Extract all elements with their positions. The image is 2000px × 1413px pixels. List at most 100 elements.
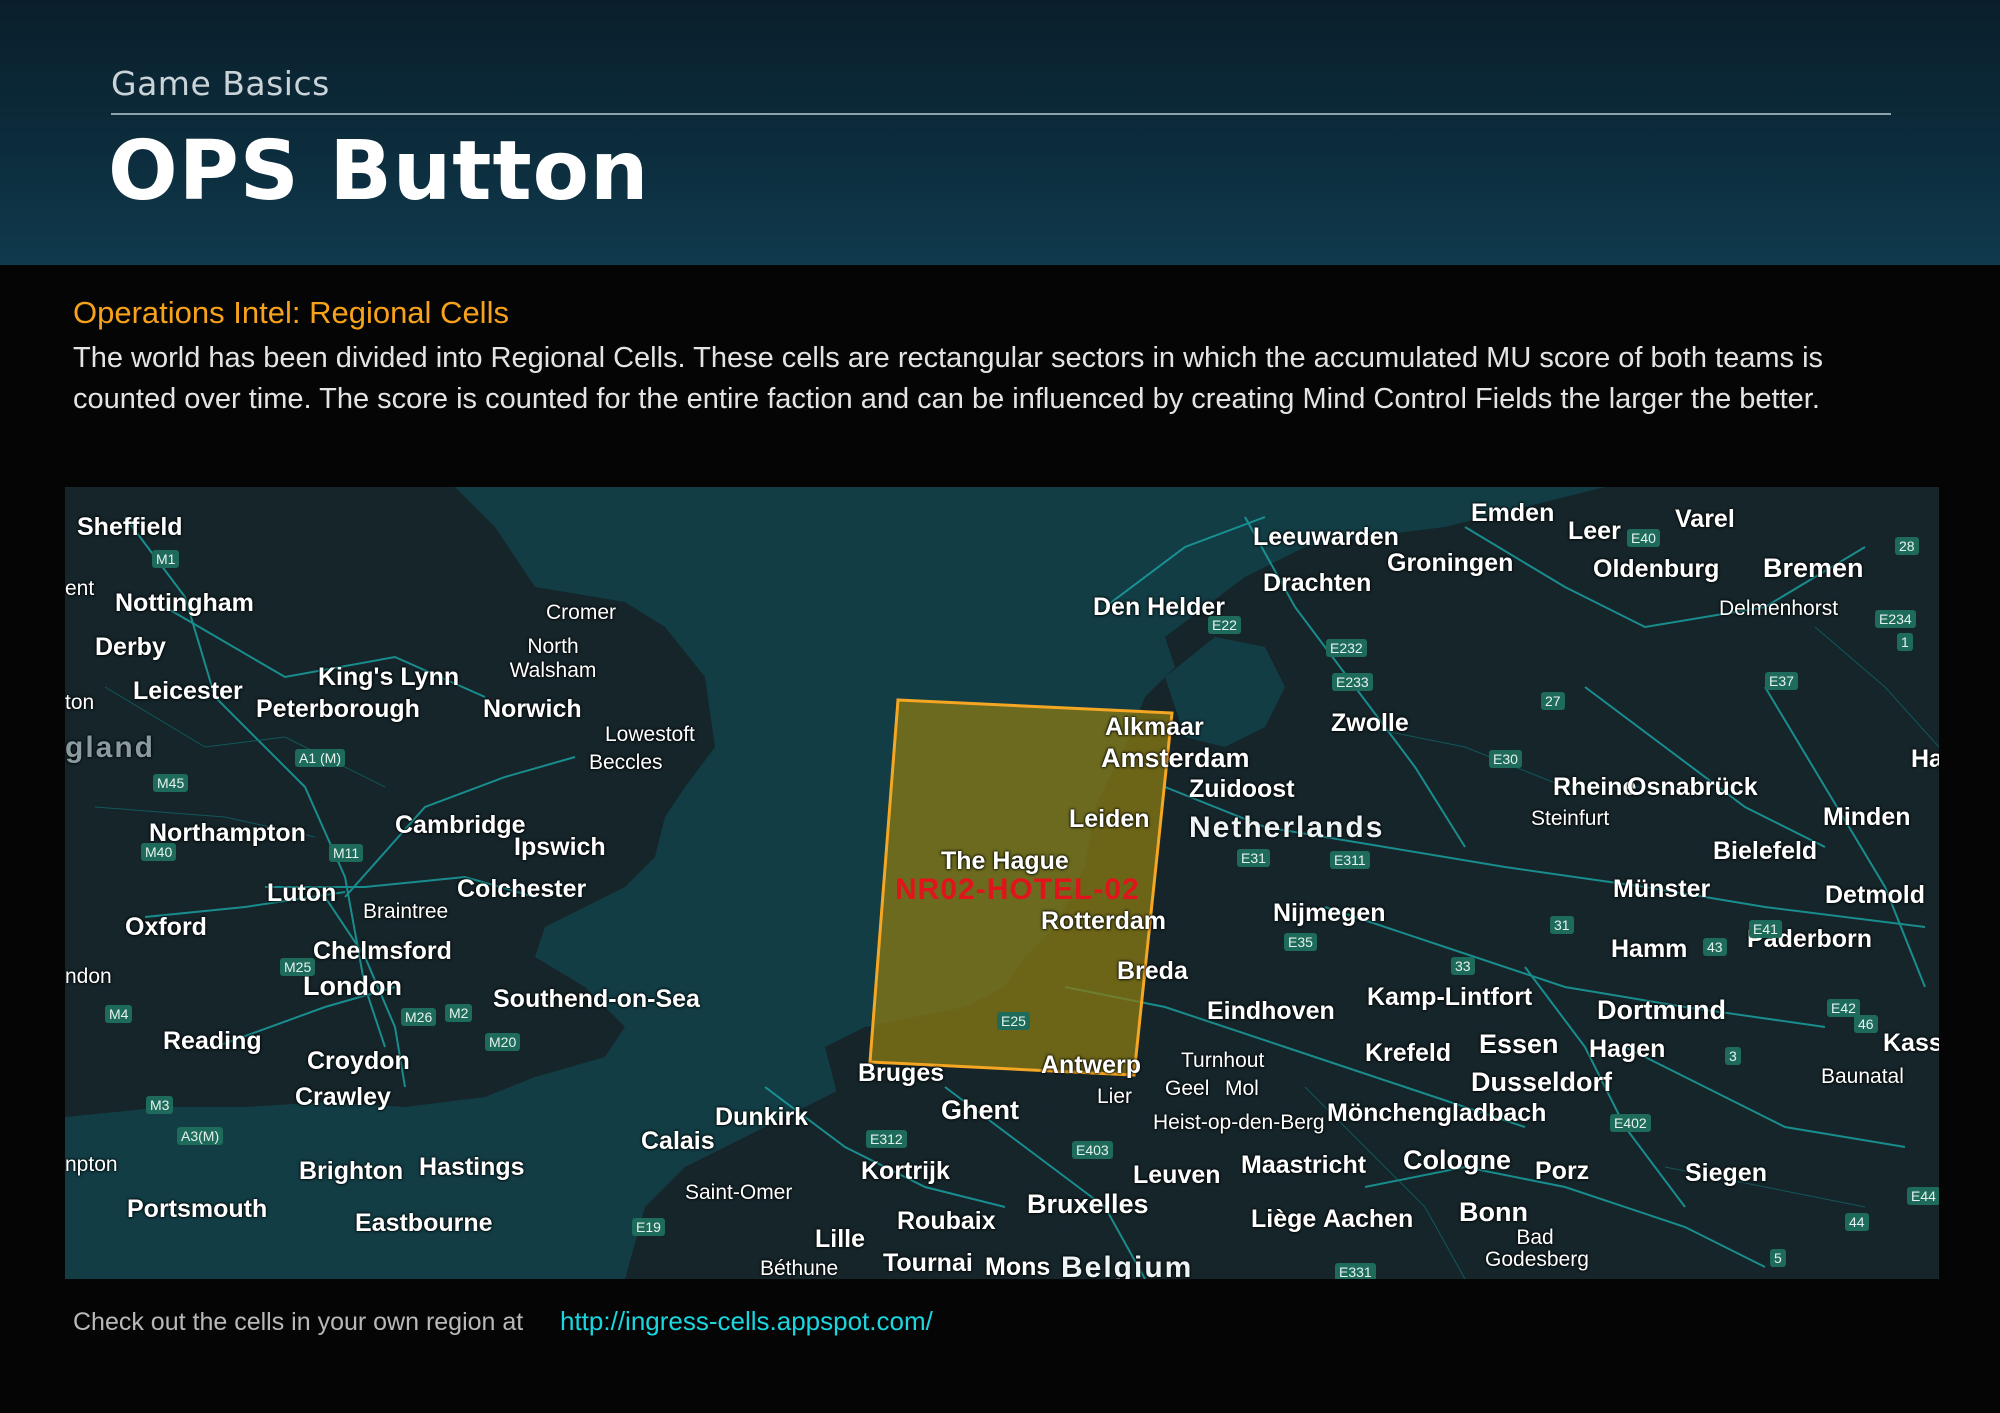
road-shield: E232 bbox=[1326, 639, 1367, 657]
city-label: Leicester bbox=[133, 677, 243, 705]
country-label: gland bbox=[65, 731, 155, 764]
city-label: Eastbourne bbox=[355, 1209, 493, 1237]
city-label: Lille bbox=[815, 1225, 866, 1253]
road-shield: 1 bbox=[1897, 633, 1913, 651]
city-label: Bremen bbox=[1763, 553, 1864, 583]
road-shield: E311 bbox=[1330, 851, 1370, 869]
road-shield: E30 bbox=[1489, 750, 1522, 768]
cell-name-label: NR02-HOTEL-02 bbox=[895, 873, 1140, 906]
city-label: London bbox=[303, 971, 402, 1001]
city-label: Emden bbox=[1471, 499, 1555, 527]
country-label: Netherlands bbox=[1189, 811, 1385, 844]
city-label: Lowestoft bbox=[605, 723, 695, 746]
city-label: Southend-on-Sea bbox=[493, 985, 700, 1013]
road-shield: A1 (M) bbox=[295, 749, 345, 767]
road-shield: M1 bbox=[152, 550, 180, 568]
road-shield: E234 bbox=[1875, 610, 1916, 628]
city-label: Roubaix bbox=[897, 1207, 996, 1235]
road-shield: E37 bbox=[1765, 672, 1798, 690]
road-shield: E331 bbox=[1335, 1263, 1376, 1279]
road-shield: M11 bbox=[329, 844, 364, 862]
road-shield: E25 bbox=[997, 1012, 1030, 1030]
city-label: Cambridge bbox=[395, 811, 526, 839]
section-body: The world has been divided into Regional… bbox=[73, 342, 1824, 415]
section-kicker: Game Basics bbox=[111, 64, 330, 103]
road-shield: 31 bbox=[1550, 916, 1574, 934]
road-shield: E44 bbox=[1907, 1187, 1939, 1205]
city-label: Hastings bbox=[419, 1153, 525, 1181]
city-label: Porz bbox=[1535, 1157, 1590, 1185]
city-label: Sheffield bbox=[77, 513, 183, 541]
city-label: Oldenburg bbox=[1593, 555, 1720, 583]
city-label: Beccles bbox=[589, 751, 663, 774]
city-label: Leiden bbox=[1069, 805, 1150, 833]
road-shield: 46 bbox=[1854, 1015, 1878, 1033]
header-band: Game Basics OPS Button bbox=[0, 0, 2000, 265]
road-shield: 27 bbox=[1541, 692, 1565, 710]
city-label: Braintree bbox=[363, 900, 449, 923]
road-shield: E41 bbox=[1749, 920, 1782, 938]
city-label: Nijmegen bbox=[1273, 899, 1386, 927]
city-label: Reading bbox=[163, 1027, 262, 1055]
road-shield: M20 bbox=[485, 1033, 521, 1051]
regional-cell-map[interactable]: NR02-HOTEL-02 Sheffield ent Nottingham D… bbox=[65, 487, 1939, 1279]
city-label: Hagen bbox=[1589, 1035, 1666, 1063]
city-label: Oxford bbox=[125, 913, 207, 941]
city-label: Bruges bbox=[858, 1059, 945, 1087]
city-label: North Walsham bbox=[509, 635, 597, 682]
city-label: Aachen bbox=[1323, 1205, 1414, 1233]
city-label: Krefeld bbox=[1365, 1039, 1452, 1067]
road-shield: 5 bbox=[1770, 1249, 1786, 1267]
city-label: Béthune bbox=[760, 1257, 839, 1279]
city-label: Croydon bbox=[307, 1047, 410, 1075]
city-label: Bad Godesberg bbox=[1485, 1226, 1589, 1271]
header-divider bbox=[111, 113, 1891, 115]
road-shield: M40 bbox=[141, 843, 177, 861]
road-shield: E40 bbox=[1627, 529, 1660, 547]
city-label: Cromer bbox=[546, 601, 617, 624]
city-label: Maastricht bbox=[1241, 1151, 1367, 1179]
cells-site-link[interactable]: http://ingress-cells.appspot.com/ bbox=[560, 1306, 933, 1337]
city-label: Mönchengladbach bbox=[1327, 1099, 1547, 1127]
city-label: Tournai bbox=[883, 1249, 973, 1277]
city-label: Crawley bbox=[295, 1083, 391, 1111]
road-shield: M4 bbox=[105, 1005, 133, 1023]
city-label: Zwolle bbox=[1331, 709, 1409, 737]
road-shield: A3(M) bbox=[177, 1127, 224, 1145]
city-label: Hamm bbox=[1611, 935, 1688, 963]
city-label: npton bbox=[65, 1153, 118, 1176]
city-label: ndon bbox=[65, 965, 112, 988]
city-label: Steinfurt bbox=[1531, 807, 1610, 830]
city-label: Minden bbox=[1823, 803, 1911, 831]
road-shield: M26 bbox=[401, 1008, 437, 1026]
city-label: Amsterdam bbox=[1101, 743, 1250, 773]
road-shield: E402 bbox=[1610, 1114, 1651, 1132]
road-shield: 3 bbox=[1725, 1047, 1741, 1065]
road-shield: E403 bbox=[1072, 1141, 1113, 1159]
city-label: Zuidoost bbox=[1189, 775, 1295, 803]
city-label: Bonn bbox=[1459, 1197, 1528, 1227]
city-label: Saint-Omer bbox=[685, 1181, 793, 1204]
city-label: The Hague bbox=[941, 847, 1069, 875]
page-title: OPS Button bbox=[108, 124, 650, 219]
city-label: Siegen bbox=[1685, 1159, 1767, 1187]
country-label: Belgium bbox=[1061, 1251, 1194, 1279]
city-label: Derby bbox=[95, 633, 166, 661]
city-label: Mol bbox=[1225, 1077, 1259, 1100]
city-label: Dusseldorf bbox=[1471, 1067, 1613, 1097]
road-shield: 33 bbox=[1451, 957, 1475, 975]
city-label: Osnabrück bbox=[1627, 773, 1758, 801]
city-label: Portsmouth bbox=[127, 1195, 268, 1223]
city-label: Kass bbox=[1883, 1029, 1939, 1057]
city-label: Essen bbox=[1479, 1029, 1559, 1059]
city-label: Breda bbox=[1117, 957, 1188, 985]
city-label: Turnhout bbox=[1181, 1049, 1265, 1072]
city-label: Calais bbox=[641, 1127, 715, 1155]
road-shield: M3 bbox=[146, 1096, 174, 1114]
city-label: Chelmsford bbox=[313, 937, 452, 965]
city-label: Heist-op-den-Berg bbox=[1153, 1111, 1325, 1134]
city-label: Kortrijk bbox=[861, 1157, 950, 1185]
city-label: Drachten bbox=[1263, 569, 1372, 597]
city-label: Colchester bbox=[457, 875, 587, 903]
city-label: Detmold bbox=[1825, 881, 1925, 909]
